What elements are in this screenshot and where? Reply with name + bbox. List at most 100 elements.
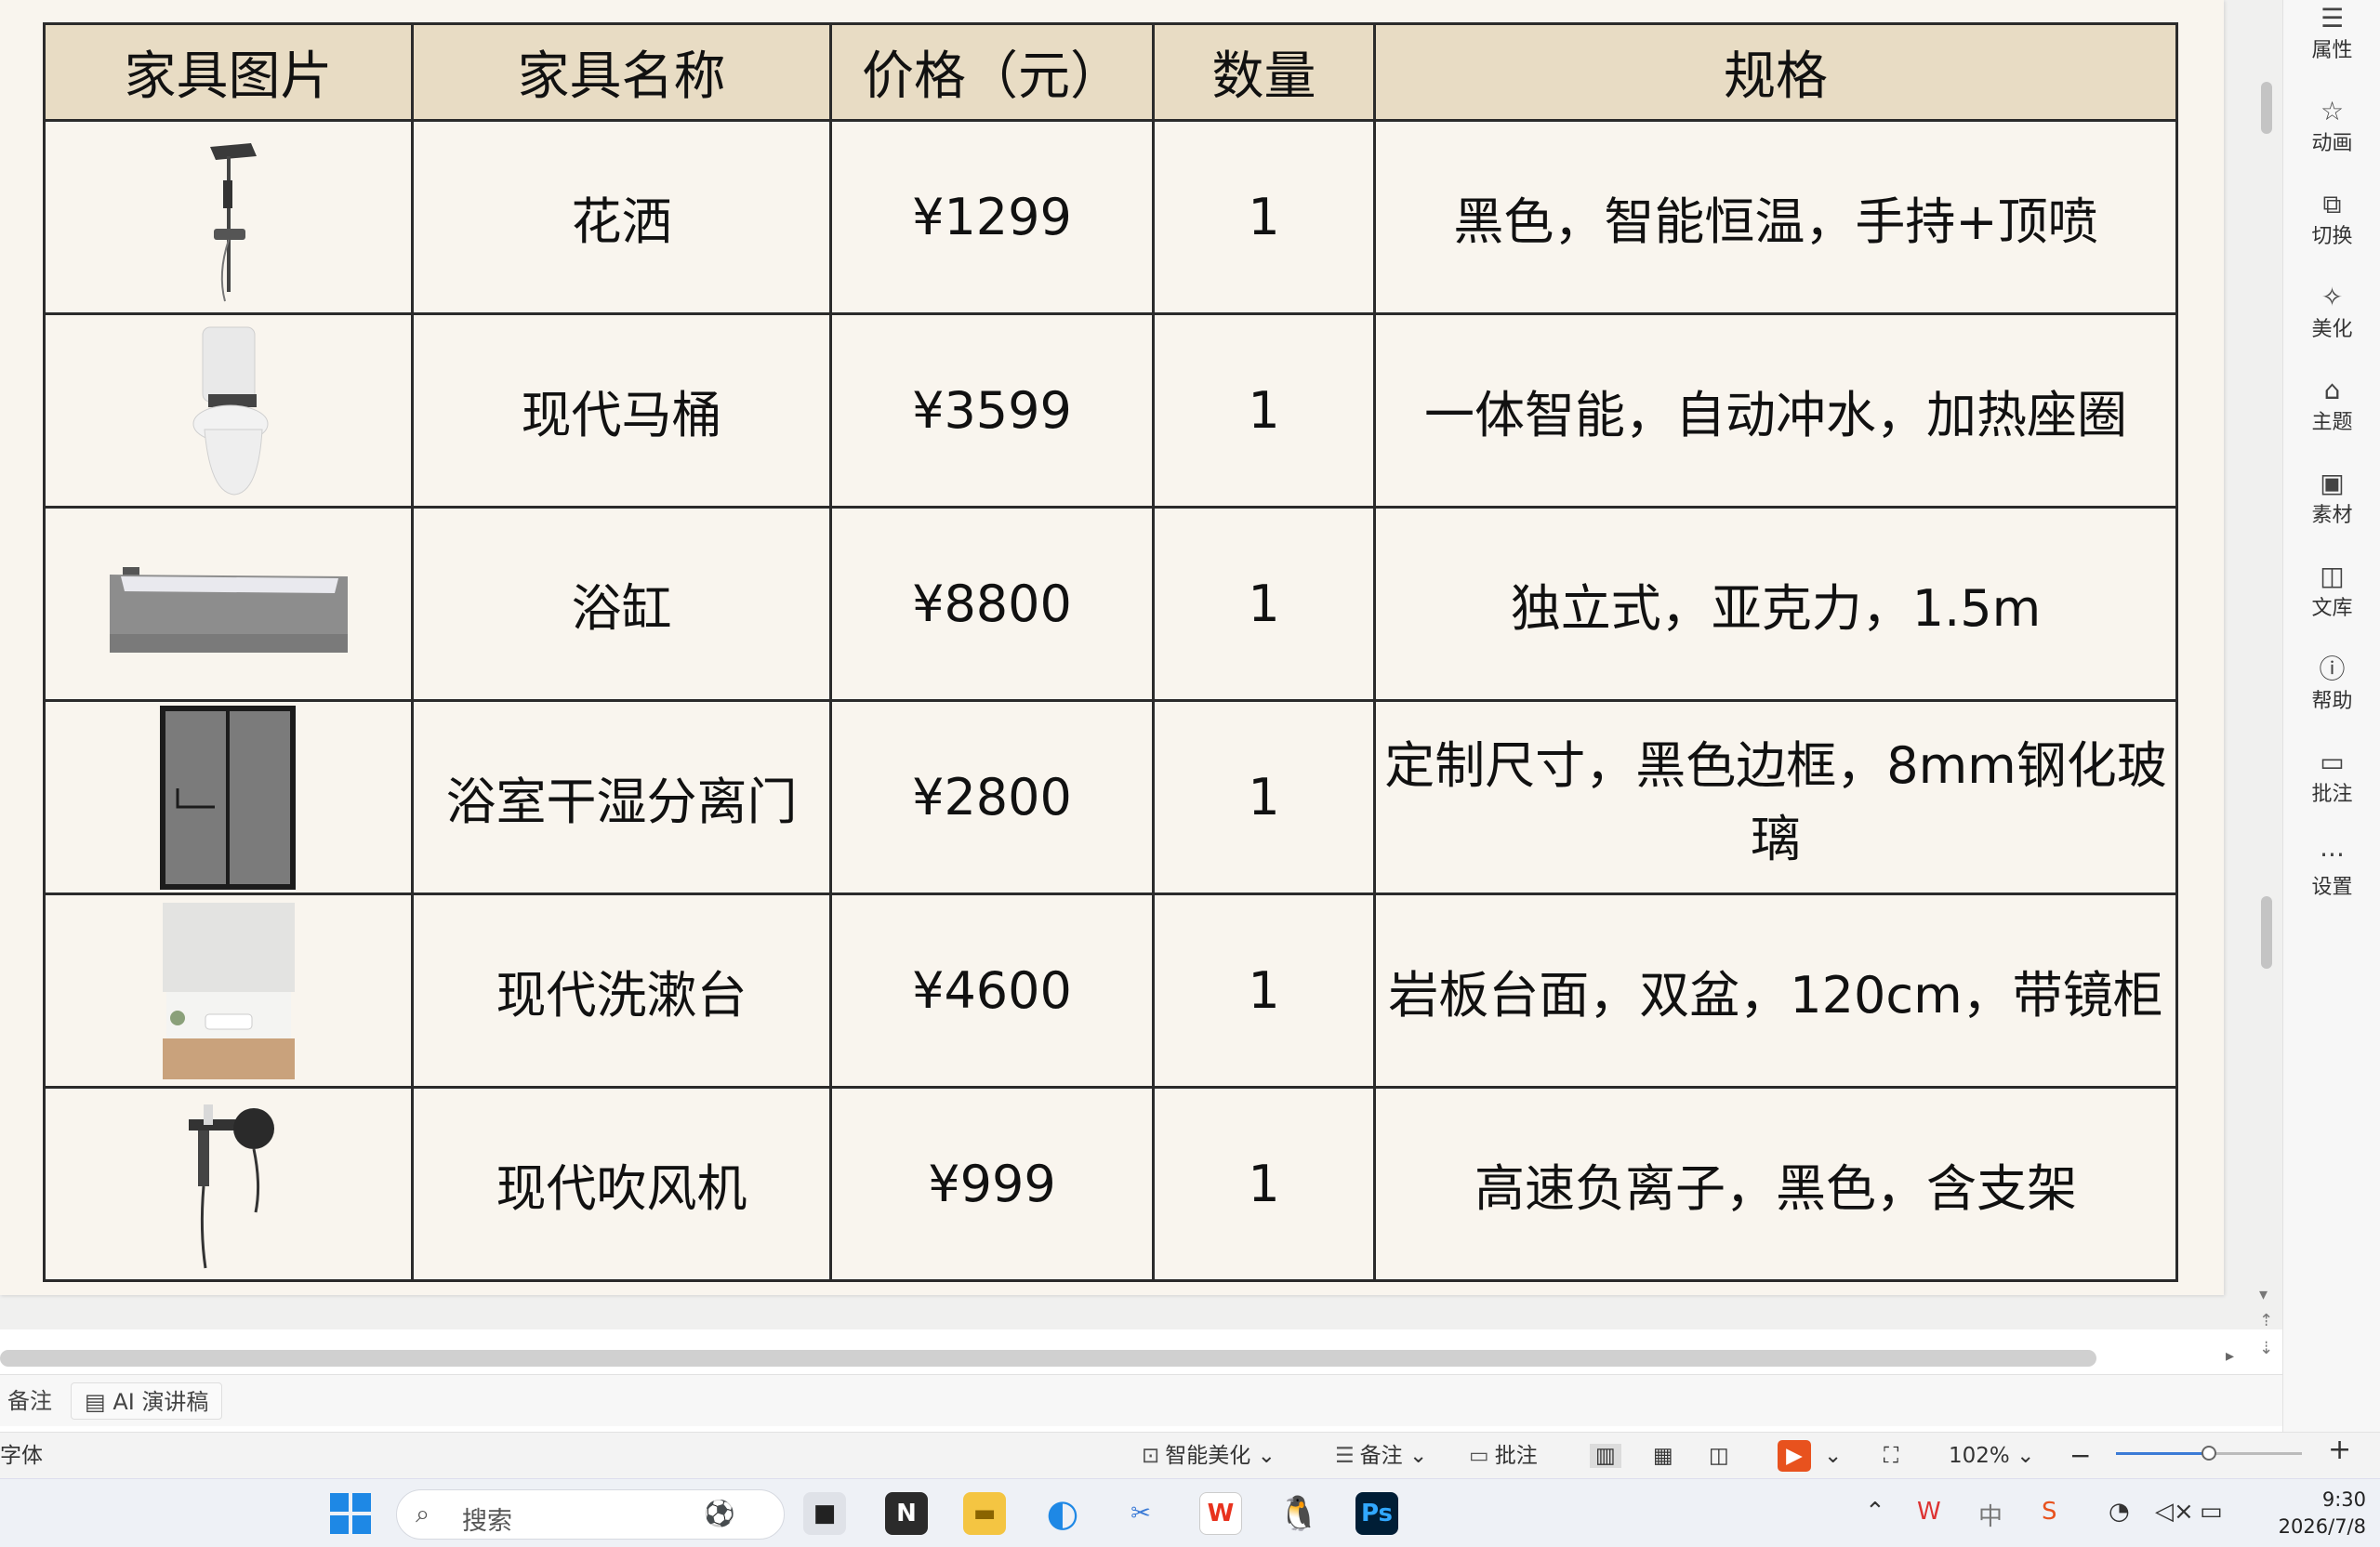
- panel-material[interactable]: ▣ 素材: [2283, 469, 2380, 528]
- notes-button[interactable]: 备注: [0, 1382, 65, 1420]
- spec-cell[interactable]: 定制尺寸，黑色边框，8mm钢化玻璃: [1373, 699, 2178, 895]
- clock[interactable]: 9:30 2026/7/8: [2245, 1487, 2366, 1540]
- horizontal-scrollbar[interactable]: [0, 1350, 2096, 1367]
- quantity-cell[interactable]: 1: [1152, 699, 1376, 895]
- header-name[interactable]: 家具名称: [411, 22, 832, 122]
- notion-icon[interactable]: N: [885, 1492, 928, 1535]
- scroll-thumb-bottom[interactable]: [2261, 896, 2272, 969]
- panel-animation[interactable]: ☆ 动画: [2283, 97, 2380, 156]
- panel-transition[interactable]: ⧉ 切换: [2283, 190, 2380, 249]
- quantity-cell[interactable]: 1: [1152, 1086, 1376, 1282]
- shower-door-image[interactable]: [43, 699, 414, 895]
- slide-sorter-icon[interactable]: ▦: [1653, 1444, 1673, 1468]
- panel-comment[interactable]: ▭ 批注: [2283, 747, 2380, 807]
- bathtub-image[interactable]: [43, 506, 414, 702]
- spec-cell[interactable]: 一体智能，自动冲水，加热座圈: [1373, 312, 2178, 509]
- input-method-icon[interactable]: 中: [1978, 1498, 2003, 1532]
- name-cell[interactable]: 花洒: [411, 119, 832, 315]
- wps-office-icon[interactable]: W: [1199, 1492, 1242, 1535]
- table-row: 现代洗漱台 ¥4600 1 岩板台面，双盆，120cm，带镜柜: [43, 892, 2178, 1089]
- fit-window-icon[interactable]: ⛶: [1884, 1444, 1898, 1468]
- task-view-icon[interactable]: ■: [803, 1492, 846, 1535]
- price-cell[interactable]: ¥4600: [829, 892, 1155, 1089]
- quantity-cell[interactable]: 1: [1152, 312, 1376, 509]
- toilet-image[interactable]: [43, 312, 414, 509]
- header-price[interactable]: 价格（元）: [829, 22, 1155, 122]
- spec-cell[interactable]: 独立式，亚克力，1.5m: [1373, 506, 2178, 702]
- header-image[interactable]: 家具图片: [43, 22, 414, 122]
- vanity-image[interactable]: [43, 892, 414, 1089]
- panel-theme[interactable]: ⌂ 主题: [2283, 376, 2380, 435]
- panel-label: 素材: [2311, 504, 2353, 527]
- name-cell[interactable]: 现代马桶: [411, 312, 832, 509]
- scroll-thumb-top[interactable]: [2261, 82, 2272, 134]
- zoom-slider-handle[interactable]: [2202, 1446, 2216, 1461]
- zoom-level[interactable]: 102% ⌄: [1949, 1444, 2034, 1468]
- quantity-cell[interactable]: 1: [1152, 892, 1376, 1089]
- panel-properties[interactable]: ☰ 属性: [2283, 4, 2380, 63]
- play-slideshow-icon[interactable]: ▶: [1778, 1440, 1811, 1472]
- smart-beautify-button[interactable]: ⊡ 智能美化 ⌄: [1142, 1444, 1276, 1468]
- taskbar-search[interactable]: ⌕ 搜索 ⚽: [396, 1489, 785, 1540]
- font-status[interactable]: 字体: [0, 1444, 43, 1468]
- tray-chevron-up-icon[interactable]: ⌃: [1865, 1498, 1885, 1526]
- name-cell[interactable]: 浴缸: [411, 506, 832, 702]
- comments-label: 批注: [1494, 1444, 1538, 1468]
- name-cell[interactable]: 浴室干湿分离门: [411, 699, 832, 895]
- properties-icon: ☰: [2320, 3, 2345, 33]
- photoshop-icon[interactable]: Ps: [1355, 1492, 1398, 1535]
- shower-image[interactable]: [43, 119, 414, 315]
- wps-tray-icon[interactable]: W: [1917, 1498, 1941, 1526]
- beautify-icon: ⊡: [1142, 1444, 1160, 1468]
- file-explorer-icon[interactable]: ▬: [963, 1492, 1006, 1535]
- panel-beautify[interactable]: ✧ 美化: [2283, 283, 2380, 342]
- prev-slide-icon[interactable]: ⇡: [2259, 1311, 2273, 1330]
- name-cell[interactable]: 现代吹风机: [411, 1086, 832, 1282]
- snipping-tool-icon[interactable]: ✂: [1119, 1492, 1162, 1535]
- quantity-cell[interactable]: 1: [1152, 506, 1376, 702]
- chevron-down-icon[interactable]: ⌄: [1824, 1444, 1842, 1468]
- qq-icon[interactable]: 🐧: [1277, 1492, 1320, 1535]
- reading-view-icon[interactable]: ◫: [1709, 1444, 1729, 1468]
- panel-library[interactable]: ◫ 文库: [2283, 562, 2380, 621]
- spec-cell[interactable]: 岩板台面，双盆，120cm，带镜柜: [1373, 892, 2178, 1089]
- status-bar: 字体 ⊡ 智能美化 ⌄ ☰ 备注 ⌄ ▭ 批注 ▥ ▦ ◫ ▶ ⌄ ⛶ 102% ⌄ …: [0, 1432, 2380, 1478]
- header-spec[interactable]: 规格: [1373, 22, 2178, 122]
- scroll-right-icon[interactable]: ▸: [2226, 1346, 2234, 1366]
- next-slide-icon[interactable]: ⇣: [2259, 1339, 2273, 1358]
- wifi-icon[interactable]: ◔: [2109, 1498, 2130, 1526]
- volume-icon[interactable]: ◁×: [2155, 1498, 2194, 1526]
- price-cell[interactable]: ¥3599: [829, 312, 1155, 509]
- name-cell[interactable]: 现代洗漱台: [411, 892, 832, 1089]
- comments-button[interactable]: ▭ 批注: [1469, 1444, 1538, 1468]
- notes-toggle-button[interactable]: ☰ 备注 ⌄: [1335, 1444, 1427, 1468]
- table-row: 浴室干湿分离门 ¥2800 1 定制尺寸，黑色边框，8mm钢化玻璃: [43, 699, 2178, 895]
- ai-speech-button[interactable]: ▤ AI 演讲稿: [71, 1382, 223, 1420]
- spec-cell[interactable]: 黑色，智能恒温，手持+顶喷: [1373, 119, 2178, 315]
- panel-label: 切换: [2311, 225, 2353, 248]
- battery-icon[interactable]: ▭: [2200, 1498, 2223, 1526]
- price-cell[interactable]: ¥1299: [829, 119, 1155, 315]
- panel-help[interactable]: ⓘ 帮助: [2283, 654, 2380, 714]
- edge-icon[interactable]: ◐: [1041, 1492, 1084, 1535]
- panel-label: 帮助: [2311, 690, 2353, 713]
- price-cell[interactable]: ¥999: [829, 1086, 1155, 1282]
- scroll-down-icon[interactable]: ▾: [2259, 1285, 2268, 1304]
- hair-dryer-image[interactable]: [43, 1086, 414, 1282]
- sogou-icon[interactable]: S: [2042, 1498, 2057, 1526]
- spec-cell[interactable]: 高速负离子，黑色，含支架: [1373, 1086, 2178, 1282]
- header-quantity[interactable]: 数量: [1152, 22, 1376, 122]
- zoom-in-icon[interactable]: +: [2328, 1436, 2351, 1464]
- furniture-table[interactable]: 家具图片 家具名称 价格（元） 数量 规格 花洒 ¥1299 1 黑色，智能恒温…: [43, 22, 2178, 1282]
- vertical-scrollbar[interactable]: [2259, 74, 2272, 967]
- price-cell[interactable]: ¥8800: [829, 506, 1155, 702]
- windows-start-icon[interactable]: [329, 1492, 372, 1535]
- slide-canvas[interactable]: 家具图片 家具名称 价格（元） 数量 规格 花洒 ¥1299 1 黑色，智能恒温…: [0, 0, 2224, 1295]
- price-cell[interactable]: ¥2800: [829, 699, 1155, 895]
- zoom-out-icon[interactable]: −: [2069, 1443, 2091, 1469]
- chevron-down-icon: ⌄: [1257, 1444, 1276, 1468]
- panel-settings[interactable]: ··· 设置: [2283, 840, 2380, 900]
- quantity-cell[interactable]: 1: [1152, 119, 1376, 315]
- chevron-down-icon: ⌄: [1408, 1444, 1428, 1468]
- normal-view-icon[interactable]: ▥: [1590, 1444, 1621, 1468]
